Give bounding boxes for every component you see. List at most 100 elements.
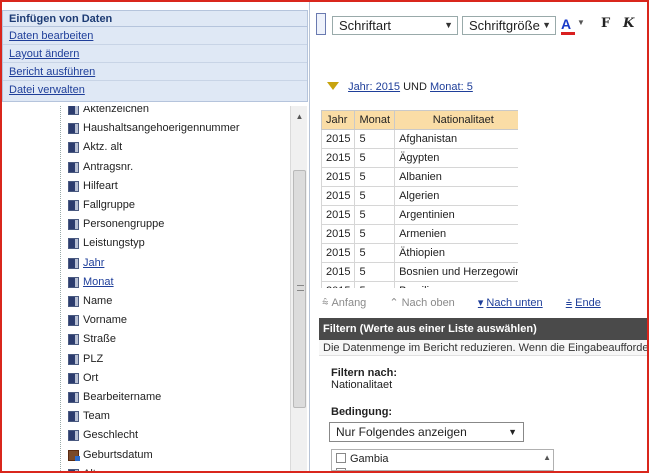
tree-item[interactable]: Vorname <box>68 312 127 329</box>
cell-nationalitaet[interactable]: Algerien <box>394 186 518 206</box>
value-checkbox[interactable] <box>336 453 346 464</box>
cell-jahr[interactable]: 2015 <box>321 262 356 282</box>
cell-nationalitaet[interactable]: Brasilien <box>394 281 518 288</box>
menu-item-daten-bearbeiten[interactable]: Daten bearbeiten <box>3 27 307 45</box>
menu-item-datei-verwalten[interactable]: Datei verwalten <box>3 81 307 99</box>
filter-panel-description: Die Datenmenge im Bericht reduzieren. We… <box>319 340 647 356</box>
cell-nationalitaet[interactable]: Afghanistan <box>394 129 518 149</box>
cell-monat[interactable]: 5 <box>354 186 396 206</box>
table-row: 2015 5 Armenien <box>321 224 518 244</box>
value-checkbox[interactable] <box>336 468 346 470</box>
menu-item-bericht-ausfuehren[interactable]: Bericht ausführen <box>3 63 307 81</box>
cell-jahr[interactable]: 2015 <box>321 129 356 149</box>
toolbar-grip-icon[interactable] <box>316 13 326 35</box>
tree-item[interactable]: Bearbeitername <box>68 389 161 406</box>
cell-nationalitaet[interactable]: Armenien <box>394 224 518 244</box>
dimension-field-icon <box>68 180 79 192</box>
condition-select[interactable]: Nur Folgendes anzeigen ▼ <box>329 422 524 442</box>
tree-item[interactable]: Hilfeart <box>68 178 118 195</box>
cell-nationalitaet[interactable]: Bosnien und Herzegowina <box>394 262 518 282</box>
tree-item-label: Leistungstyp <box>83 237 145 250</box>
tree-item[interactable]: Team <box>68 408 110 425</box>
tree-item[interactable]: Straße <box>68 331 116 348</box>
tree-item[interactable]: Antragsnr. <box>68 159 133 176</box>
cell-nationalitaet[interactable]: Albanien <box>394 167 518 187</box>
cell-nationalitaet[interactable]: Ägypten <box>394 148 518 168</box>
cell-monat[interactable]: 5 <box>354 129 396 149</box>
cell-jahr[interactable]: 2015 <box>321 224 356 244</box>
date-field-icon <box>68 449 80 461</box>
tree-scrollbar[interactable]: ▲ <box>290 106 307 471</box>
tree-item[interactable]: Personengruppe <box>68 216 164 233</box>
tree-item[interactable]: PLZ <box>68 351 103 368</box>
cell-jahr[interactable]: 2015 <box>321 281 356 288</box>
cell-jahr[interactable]: 2015 <box>321 167 356 187</box>
cell-monat[interactable]: 5 <box>354 262 396 282</box>
table-row: 2015 5 Bosnien und Herzegowina <box>321 262 518 282</box>
tree-item[interactable]: Leistungstyp <box>68 235 145 252</box>
active-filter-summary: Jahr: 2015 UND Monat: 5 <box>327 80 473 94</box>
tree-item-label: Jahr <box>83 256 105 269</box>
tree-item[interactable]: Aktz. alt <box>68 139 122 156</box>
dimension-field-icon <box>68 296 79 307</box>
page-first-label: Anfang <box>331 297 367 309</box>
task-menu: Einfügen von Daten Daten bearbeiten Layo… <box>2 10 308 102</box>
column-header-jahr[interactable]: Jahr <box>321 110 356 130</box>
tree-item[interactable]: Jahr <box>68 255 104 272</box>
filter-conjunction: UND <box>403 81 427 93</box>
menu-item-layout-aendern[interactable]: Layout ändern <box>3 45 307 63</box>
bold-button[interactable]: F <box>601 16 610 31</box>
cell-jahr[interactable]: 2015 <box>321 186 356 206</box>
cell-monat[interactable]: 5 <box>354 281 396 288</box>
value-list-item[interactable] <box>336 467 350 470</box>
tree-item[interactable]: Alter <box>68 466 106 471</box>
font-family-value: Schriftart <box>339 18 392 33</box>
font-color-button[interactable]: A ▼ <box>561 16 587 35</box>
tree-item[interactable]: Geburtsdatum <box>68 447 153 464</box>
cell-jahr[interactable]: 2015 <box>321 205 356 225</box>
left-panel: Einfügen von Daten Daten bearbeiten Layo… <box>2 2 310 471</box>
dimension-field-icon <box>68 372 79 384</box>
table-row: 2015 5 Albanien <box>321 167 518 187</box>
filter-link-jahr[interactable]: Jahr: 2015 <box>348 81 400 93</box>
tree-item[interactable]: Ort <box>68 370 98 387</box>
value-list-item[interactable]: Gambia <box>336 452 389 466</box>
tree-item[interactable]: Haushaltsangehoerigennummer <box>68 120 240 137</box>
tree-item-label: Aktz. alt <box>83 141 123 154</box>
cell-jahr[interactable]: 2015 <box>321 243 356 263</box>
chevron-down-icon: ▼ <box>577 18 585 27</box>
cell-monat[interactable]: 5 <box>354 224 396 244</box>
filter-link-monat[interactable]: Monat: 5 <box>430 81 473 93</box>
tree-item[interactable]: Fallgruppe <box>68 197 135 214</box>
page-next-button[interactable]: ▾ Nach unten <box>478 297 553 309</box>
last-page-icon: ⩮ <box>565 297 573 309</box>
cell-monat[interactable]: 5 <box>354 243 396 263</box>
scroll-thumb[interactable] <box>293 170 306 408</box>
table-row: 2015 5 Äthiopien <box>321 243 518 263</box>
cell-nationalitaet[interactable]: Äthiopien <box>394 243 518 263</box>
menu-header: Einfügen von Daten <box>3 11 307 27</box>
cell-monat[interactable]: 5 <box>354 205 396 225</box>
column-header-nationalitaet[interactable]: Nationalitaet <box>394 110 518 130</box>
cell-monat[interactable]: 5 <box>354 167 396 187</box>
page-last-button[interactable]: ⩮ Ende <box>566 297 611 309</box>
tree-item[interactable]: Geschlecht <box>68 427 138 444</box>
tree-item[interactable]: Name <box>68 293 112 310</box>
tree-item[interactable]: Monat <box>68 274 114 291</box>
column-header-monat[interactable]: Monat <box>354 110 396 130</box>
font-family-select[interactable]: Schriftart ▼ <box>332 16 458 35</box>
scroll-up-arrow-icon[interactable]: ▲ <box>543 453 551 462</box>
value-list[interactable]: Gambia ▲ <box>331 449 554 471</box>
filter-panel-title: Filtern (Werte aus einer Liste auswählen… <box>319 318 647 340</box>
dimension-field-icon <box>68 219 79 231</box>
font-size-select[interactable]: Schriftgröße ▼ <box>462 16 556 35</box>
cell-monat[interactable]: 5 <box>354 148 396 168</box>
tree-item[interactable]: Aktenzeichen <box>68 106 149 118</box>
italic-button[interactable]: K <box>623 16 634 31</box>
scroll-up-arrow-icon[interactable]: ▲ <box>291 112 308 122</box>
page-down-icon: ▾ <box>477 297 484 309</box>
chevron-down-icon: ▼ <box>508 427 517 437</box>
dimension-field-icon <box>68 334 79 346</box>
cell-jahr[interactable]: 2015 <box>321 148 356 168</box>
cell-nationalitaet[interactable]: Argentinien <box>394 205 518 225</box>
